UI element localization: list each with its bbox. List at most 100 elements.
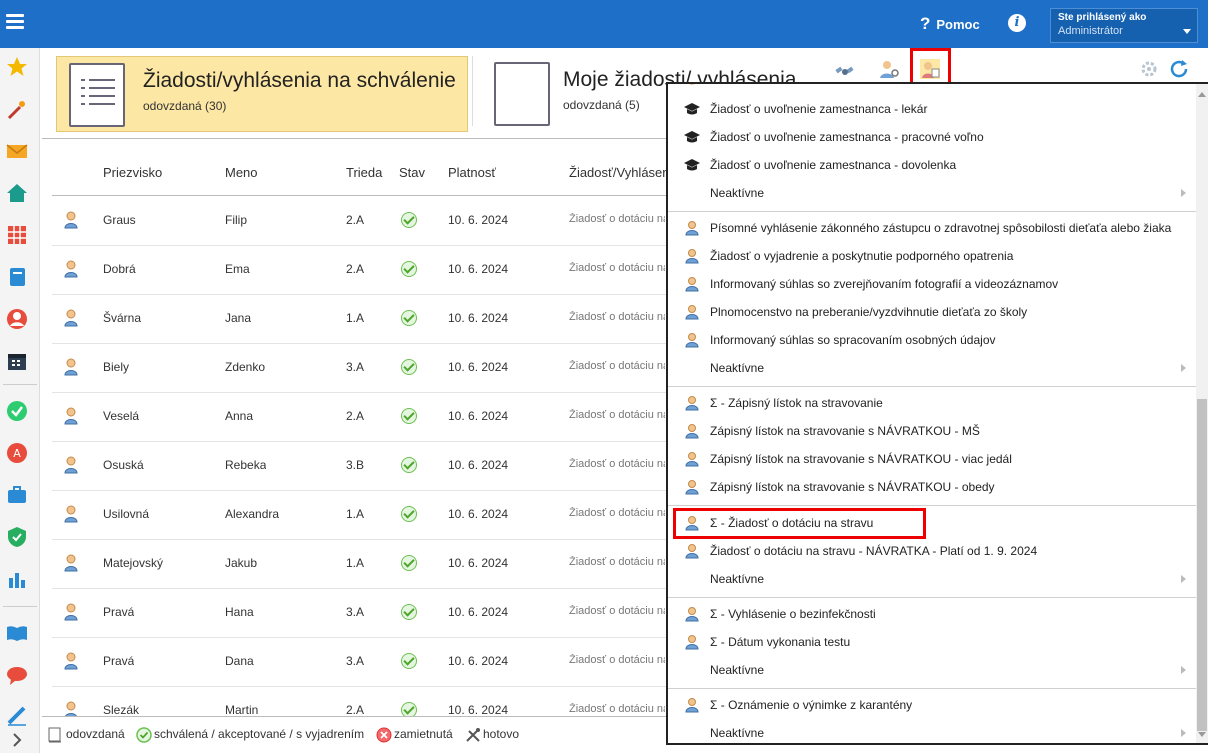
chat-icon[interactable] [6,664,28,686]
menu-item[interactable]: Žiadosť o uvoľnenie zamestnanca - lekár [668,95,1196,123]
scroll-up-icon[interactable] [1198,92,1206,97]
person-icon [685,607,699,622]
chart-icon[interactable] [6,568,28,590]
person-settings-icon[interactable] [878,58,900,80]
envelope-icon[interactable] [6,140,28,162]
magic-wand-icon[interactable] [6,98,28,120]
column-header-surname[interactable]: Priezvisko [103,165,162,180]
shield-icon[interactable] [6,526,28,548]
hamburger-menu-icon[interactable] [6,14,24,32]
pencil-icon[interactable] [6,704,28,726]
user-role: Administrátor [1058,25,1123,37]
menu-item[interactable]: Zápisný lístok na stravovanie s NÁVRATKO… [668,417,1196,445]
chevron-right-icon[interactable] [6,732,28,748]
help-label: Pomoc [936,17,980,32]
document-icon [69,63,125,127]
menu-item[interactable]: Žiadosť o vyjadrenie a poskytnutie podpo… [668,242,1196,270]
menu-item[interactable]: Σ - Oznámenie o výnimke z karantény [668,691,1196,719]
menu-item[interactable]: Žiadosť o uvoľnenie zamestnanca - dovole… [668,151,1196,179]
scroll-down-icon[interactable] [1198,732,1206,737]
top-bar: ? Pomoc i Ste prihlásený ako Administráto… [0,0,1208,48]
book-icon[interactable] [6,622,28,644]
user-label: Ste prihlásený ako [1058,12,1147,23]
cell-validity: 10. 6. 2024 [448,458,509,472]
menu-item-label: Informovaný súhlas so spracovaním osobný… [710,333,996,347]
menu-item-label: Písomné vyhlásenie zákonného zástupcu o … [710,221,1172,235]
table-row[interactable]: Pravá Dana 3.A 10. 6. 2024 Žiadosť o dot… [52,638,672,687]
menu-item[interactable]: Žiadosť o uvoľnenie zamestnanca - pracov… [668,123,1196,151]
menu-item[interactable]: Zápisný lístok na stravovanie s NÁVRATKO… [668,473,1196,501]
scrollbar-thumb[interactable] [1197,399,1207,731]
column-header-validity[interactable]: Platnosť [448,165,496,180]
gear-icon[interactable] [1138,58,1160,80]
table-row[interactable]: Slezák Martin 2.A 10. 6. 2024 Žiadosť o … [52,687,672,716]
menu-item-inactive[interactable]: Neaktívne [668,656,1196,684]
refresh-icon[interactable] [1168,58,1190,80]
briefcase-icon[interactable] [6,484,28,506]
table-row[interactable]: Švárna Jana 1.A 10. 6. 2024 Žiadosť o do… [52,295,672,344]
blank-document-icon [494,62,550,126]
person-icon [64,456,78,474]
star-icon[interactable] [6,56,28,78]
timetable-icon[interactable] [6,224,28,246]
legend-done: hotovo [483,727,520,741]
menu-item[interactable]: Σ - Zápisný lístok na stravovanie [668,389,1196,417]
menu-item-inactive[interactable]: Neaktívne [668,719,1196,743]
check-circle-icon[interactable] [6,400,28,422]
info-icon[interactable]: i [1008,14,1026,32]
menu-item[interactable]: Informovaný súhlas so zverejňovaním foto… [668,270,1196,298]
person-icon[interactable] [6,308,28,330]
table-row[interactable]: Osuská Rebeka 3.B 10. 6. 2024 Žiadosť o … [52,442,672,491]
menu-item-inactive[interactable]: Neaktívne [668,354,1196,382]
graduation-cap-icon [684,131,700,143]
table-row[interactable]: Usilovná Alexandra 1.A 10. 6. 2024 Žiado… [52,491,672,540]
menu-scrollbar[interactable] [1196,84,1208,743]
menu-item[interactable]: Zápisný lístok na stravovanie s NÁVRATKO… [668,445,1196,473]
menu-item[interactable]: Žiadosť o dotáciu na stravu - NÁVRATKA -… [668,537,1196,565]
status-approved-icon [401,359,417,375]
cell-class: 1.A [346,556,365,570]
cell-surname: Dobrá [103,262,136,276]
menu-item[interactable]: Plnomocenstvo na preberanie/vyzdvihnutie… [668,298,1196,326]
table-row[interactable]: Dobrá Ema 2.A 10. 6. 2024 Žiadosť o dotá… [52,246,672,295]
cell-request: Žiadosť o dotáciu na stravu [569,213,665,225]
tile-requests-to-approve[interactable]: Žiadosti/vyhlásenia na schválenie odovzd… [56,56,468,132]
menu-item-label: Žiadosť o uvoľnenie zamestnanca - dovole… [710,158,957,172]
menu-item-label: Σ - Dátum vykonania testu [710,635,851,649]
menu-item[interactable]: Informovaný súhlas so spracovaním osobný… [668,326,1196,354]
menu-item-label: Neaktívne [710,361,765,375]
tile-count: odovzdaná (30) [143,99,227,113]
column-header-status[interactable]: Stav [399,165,425,180]
grade-icon[interactable]: A [6,442,28,464]
user-menu[interactable]: Ste prihlásený ako Administrátor [1050,8,1198,43]
menu-item-label: Žiadosť o uvoľnenie zamestnanca - pracov… [710,130,984,144]
column-header-class[interactable]: Trieda [346,165,388,180]
help-button[interactable]: ? Pomoc [920,14,980,34]
person-icon [64,554,78,572]
table-header: Priezvisko Meno Trieda Stav Platnosť Žia… [52,150,672,196]
table-row[interactable]: Biely Zdenko 3.A 10. 6. 2024 Žiadosť o d… [52,344,672,393]
home-icon[interactable] [6,182,28,204]
cell-request: Žiadosť o dotáciu na stravu [569,360,665,372]
cell-validity: 10. 6. 2024 [448,360,509,374]
menu-item[interactable]: Σ - Vyhlásenie o bezinfekčnosti [668,600,1196,628]
menu-item-inactive[interactable]: Neaktívne [668,565,1196,593]
notebook-icon[interactable] [6,266,28,288]
menu-divider [668,386,1196,387]
table-row[interactable]: Matejovský Jakub 1.A 10. 6. 2024 Žiadosť… [52,540,672,589]
chevron-right-icon [1181,575,1186,583]
table-row[interactable]: Graus Filip 2.A 10. 6. 2024 Žiadosť o do… [52,197,672,246]
table-row[interactable]: Veselá Anna 2.A 10. 6. 2024 Žiadosť o do… [52,393,672,442]
sidebar-divider [3,384,37,385]
menu-item[interactable]: Σ - Dátum vykonania testu [668,628,1196,656]
column-header-name[interactable]: Meno [225,165,258,180]
table-row[interactable]: Pravá Hana 3.A 10. 6. 2024 Žiadosť o dot… [52,589,672,638]
cell-name: Jakub [225,556,258,570]
graduation-cap-icon [684,159,700,171]
cell-class: 1.A [346,507,365,521]
satellite-icon[interactable] [834,60,856,82]
menu-item-inactive[interactable]: Neaktívne [668,179,1196,207]
column-header-request[interactable]: Žiadosť/Vyhlásenie [569,165,669,180]
calendar-icon[interactable] [6,350,28,372]
menu-item[interactable]: Písomné vyhlásenie zákonného zástupcu o … [668,214,1196,242]
